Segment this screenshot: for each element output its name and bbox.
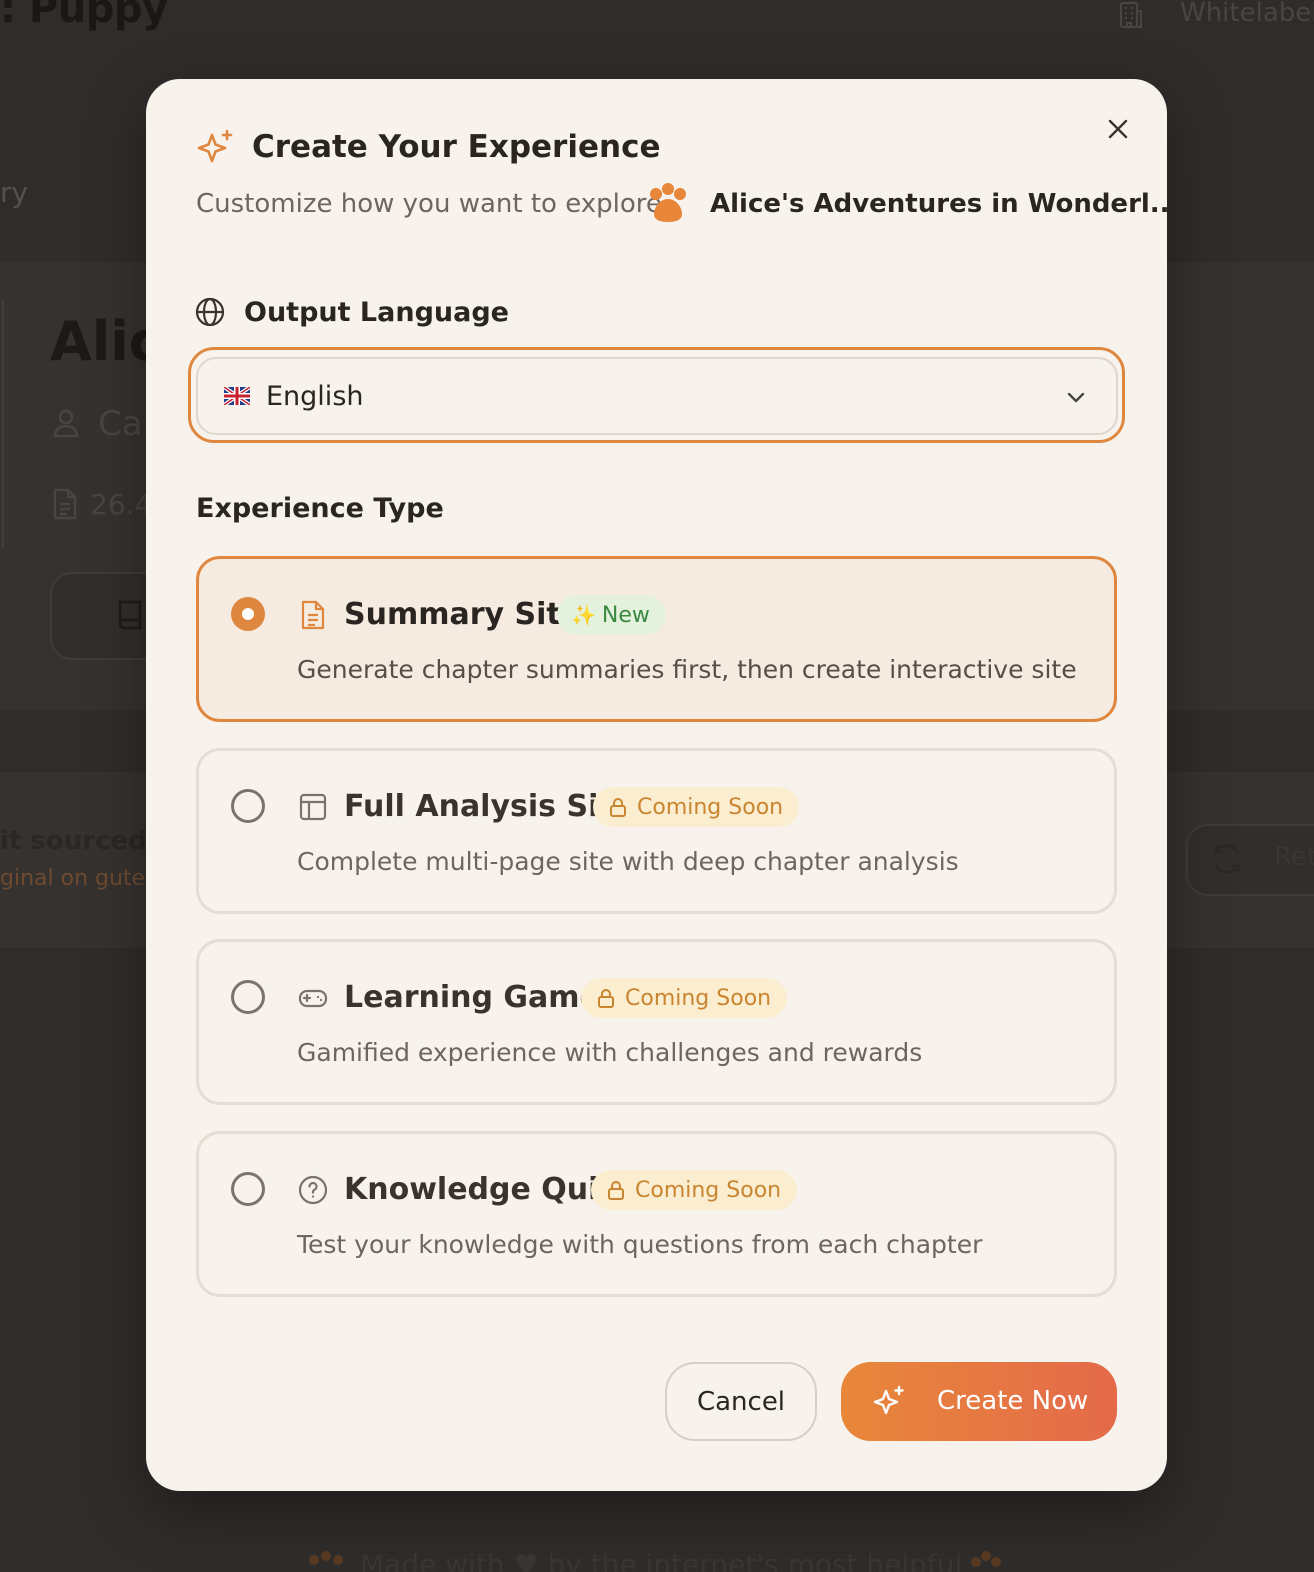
option-title: Summary Site xyxy=(344,597,582,632)
lock-icon xyxy=(608,1181,624,1200)
paw-icon xyxy=(971,1551,1001,1567)
breadcrumb: ry xyxy=(0,176,29,209)
badge-label: New xyxy=(601,602,650,628)
uk-flag-icon xyxy=(224,387,250,405)
globe-icon xyxy=(195,297,225,327)
option-description: Complete multi-page site with deep chapt… xyxy=(297,847,959,876)
paw-icon xyxy=(650,183,686,222)
book-title: Alic xyxy=(50,310,161,373)
radio-button[interactable] xyxy=(231,1172,265,1206)
output-language-label: Output Language xyxy=(244,297,509,328)
sparkle-icon: ✨ xyxy=(571,603,596,627)
option-description: Gamified experience with challenges and … xyxy=(297,1038,923,1067)
building-icon xyxy=(1120,2,1142,28)
modal-subtitle: Customize how you want to explore xyxy=(196,189,662,219)
badge-label: Coming Soon xyxy=(637,794,784,820)
modal-title: Create Your Experience xyxy=(252,129,661,165)
badge-label: Coming Soon xyxy=(625,985,772,1011)
radio-button[interactable] xyxy=(231,980,265,1014)
option-full-analysis-site[interactable]: Full Analysis Site Coming Soon Complete … xyxy=(196,748,1117,914)
top-bar: : Puppy Whitelabel xyxy=(0,0,1314,60)
option-learning-game[interactable]: Learning Game Coming Soon Gamified exper… xyxy=(196,939,1117,1105)
book-author: Ca xyxy=(98,404,143,444)
option-description: Test your knowledge with questions from … xyxy=(297,1230,983,1259)
close-button[interactable] xyxy=(1102,113,1134,145)
layout-icon xyxy=(299,793,327,821)
brand-logo-text: : Puppy xyxy=(0,0,168,32)
option-description: Generate chapter summaries first, then c… xyxy=(297,655,1077,684)
option-knowledge-quiz[interactable]: Knowledge Quiz Coming Soon Test your kno… xyxy=(196,1131,1117,1297)
create-now-button[interactable]: Create Now xyxy=(841,1362,1117,1441)
radio-button[interactable] xyxy=(231,789,265,823)
coming-soon-badge: Coming Soon xyxy=(593,787,800,827)
option-title: Learning Game xyxy=(344,980,600,1015)
create-experience-modal: Create Your Experience Customize how you… xyxy=(146,79,1179,1491)
experience-type-label: Experience Type xyxy=(196,493,444,524)
paw-icon xyxy=(309,1551,343,1565)
language-select[interactable]: English xyxy=(196,357,1118,435)
coming-soon-badge: Coming Soon xyxy=(591,1170,798,1210)
retry-label: Ret xyxy=(1274,842,1314,872)
chevron-down-icon xyxy=(1067,392,1085,403)
option-title: Knowledge Quiz xyxy=(344,1172,616,1207)
badge-label: Coming Soon xyxy=(635,1177,782,1203)
option-title: Full Analysis Site xyxy=(344,789,634,824)
source-link: ginal on guten xyxy=(0,866,160,891)
question-circle-icon xyxy=(298,1175,328,1205)
book-size: 26.4 xyxy=(90,488,153,521)
book-icon xyxy=(118,600,142,630)
coming-soon-badge: Coming Soon xyxy=(581,978,788,1018)
lock-icon xyxy=(610,798,626,817)
document-icon xyxy=(301,600,325,630)
user-icon xyxy=(53,409,79,438)
whitelabel-link: Whitelabel xyxy=(1180,0,1314,28)
sparkles-icon xyxy=(197,129,233,163)
sparkles-icon xyxy=(873,1385,904,1415)
file-icon xyxy=(53,488,77,520)
new-badge: ✨ New xyxy=(557,595,666,635)
gamepad-icon xyxy=(298,989,328,1008)
option-summary-site[interactable]: Summary Site ✨ New Generate chapter summ… xyxy=(196,556,1117,722)
lock-icon xyxy=(598,989,614,1008)
create-now-label: Create Now xyxy=(937,1386,1089,1416)
radio-button[interactable] xyxy=(231,597,265,631)
refresh-icon xyxy=(1214,844,1240,874)
panel-divider xyxy=(2,300,4,548)
footer-text: Made with ♥ by the internet's most helpf… xyxy=(360,1548,963,1572)
close-icon xyxy=(1108,119,1128,139)
book-name: Alice's Adventures in Wonderl... xyxy=(710,189,1180,219)
cancel-button[interactable]: Cancel xyxy=(665,1362,817,1441)
language-selected-value: English xyxy=(266,381,364,412)
